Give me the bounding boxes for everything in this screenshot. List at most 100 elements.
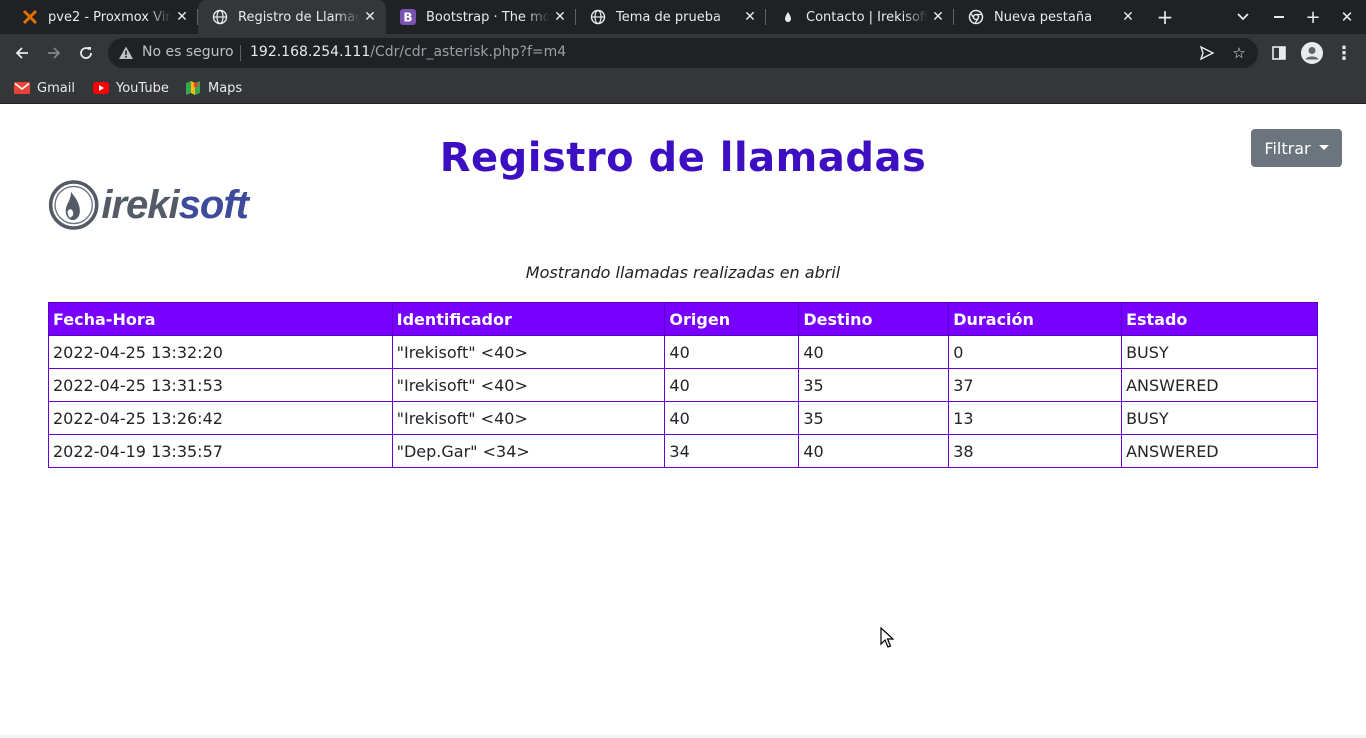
cell-destino: 40 <box>798 335 950 369</box>
address-divider <box>240 45 241 61</box>
globe-icon <box>212 9 228 25</box>
cell-origen: 40 <box>664 335 800 369</box>
caret-down-icon <box>1318 144 1329 150</box>
bookmark-label: Gmail <box>37 80 75 96</box>
tab-bootstrap[interactable]: B Bootstrap · The most popular HTML ✕ <box>386 0 576 34</box>
youtube-icon <box>93 80 109 96</box>
logo-text-soft: soft <box>178 182 249 227</box>
cell-fecha-hora: 2022-04-25 13:32:20 <box>48 335 393 369</box>
header-estado: Estado <box>1121 302 1318 336</box>
proxmox-icon <box>22 9 38 25</box>
filter-button-label: Filtrar <box>1264 138 1311 158</box>
cell-duracion: 37 <box>948 368 1123 402</box>
cell-duracion: 38 <box>948 434 1123 468</box>
tab-title: Tema de prueba <box>616 9 721 25</box>
side-panel-icon[interactable] <box>1263 37 1295 69</box>
url-path: /Cdr/cdr_asterisk.php?f=m4 <box>370 44 567 60</box>
header-origen: Origen <box>664 302 800 336</box>
close-tab-icon[interactable]: ✕ <box>740 7 760 27</box>
cell-destino: 35 <box>798 401 950 435</box>
security-status[interactable]: No es seguro <box>142 44 234 60</box>
cell-identificador: "Irekisoft" <40> <box>391 401 666 435</box>
cell-origen: 40 <box>664 401 800 435</box>
cell-estado: BUSY <box>1121 401 1318 435</box>
table-row: 2022-04-25 13:26:42 "Irekisoft" <40> 40 … <box>48 401 1318 435</box>
mouse-cursor-icon <box>880 626 895 653</box>
cell-origen: 34 <box>664 434 800 468</box>
bookmark-star-icon[interactable]: ☆ <box>1230 44 1248 62</box>
chrome-icon <box>968 9 984 25</box>
cell-identificador: "Irekisoft" <40> <box>391 335 666 369</box>
bookmark-label: YouTube <box>116 80 169 96</box>
cell-destino: 40 <box>798 434 950 468</box>
minimize-window-icon[interactable] <box>1262 0 1296 34</box>
new-tab-button[interactable]: + <box>1148 0 1182 34</box>
tab-title: pve2 - Proxmox Virtual Environment <box>48 9 172 25</box>
header-duracion: Duración <box>948 302 1123 336</box>
bookmarks-bar: Gmail YouTube Maps <box>0 72 1366 104</box>
cell-identificador: "Dep.Gar" <34> <box>391 434 666 468</box>
header-fecha-hora: Fecha-Hora <box>48 302 393 336</box>
tab-proxmox[interactable]: pve2 - Proxmox Virtual Environment ✕ <box>8 0 198 34</box>
close-tab-icon[interactable]: ✕ <box>1118 7 1138 27</box>
bootstrap-icon: B <box>400 9 416 25</box>
tab-contacto[interactable]: Contacto | Irekisoft ✕ <box>766 0 954 34</box>
table-row: 2022-04-25 13:32:20 "Irekisoft" <40> 40 … <box>48 335 1318 369</box>
maximize-window-icon[interactable]: + <box>1296 0 1330 34</box>
logo-emblem-icon <box>48 180 99 230</box>
filter-dropdown-button[interactable]: Filtrar <box>1251 129 1342 167</box>
drupal-icon <box>780 9 796 25</box>
bookmark-gmail[interactable]: Gmail <box>14 78 75 98</box>
tab-search-icon[interactable] <box>1226 0 1260 34</box>
cell-estado: ANSWERED <box>1121 368 1318 402</box>
cell-fecha-hora: 2022-04-19 13:35:57 <box>48 434 393 468</box>
page-content: Registro de llamadas ireki soft Filtrar M… <box>0 105 1366 738</box>
menu-kebab-icon[interactable]: ⋮ <box>1328 37 1360 69</box>
cell-destino: 35 <box>798 368 950 402</box>
reload-icon[interactable] <box>70 37 102 69</box>
cell-duracion: 0 <box>948 335 1123 369</box>
cell-duracion: 13 <box>948 401 1123 435</box>
close-window-icon[interactable]: ✕ <box>1330 0 1364 34</box>
table-header-row: Fecha-Hora Identificador Origen Destino … <box>48 302 1318 336</box>
header-destino: Destino <box>798 302 950 336</box>
close-tab-icon[interactable]: ✕ <box>928 7 948 27</box>
svg-text:B: B <box>403 11 412 25</box>
cell-estado: ANSWERED <box>1121 434 1318 468</box>
browser-toolbar: No es seguro 192.168.254.111/Cdr/cdr_ast… <box>0 34 1366 72</box>
gmail-icon <box>14 80 30 96</box>
irekisoft-logo: ireki soft <box>48 175 249 235</box>
table-row: 2022-04-25 13:31:53 "Irekisoft" <40> 40 … <box>48 368 1318 402</box>
tab-title: Registro de Llamadas <box>238 9 360 25</box>
address-bar[interactable]: No es seguro 192.168.254.111/Cdr/cdr_ast… <box>108 38 1258 68</box>
subtitle: Mostrando llamadas realizadas en abril <box>525 263 841 282</box>
tab-title: Nueva pestaña <box>994 9 1093 25</box>
cell-origen: 40 <box>664 368 800 402</box>
back-icon[interactable] <box>6 37 38 69</box>
tab-strip: pve2 - Proxmox Virtual Environment ✕ Reg… <box>0 0 1366 34</box>
bookmark-label: Maps <box>208 80 243 96</box>
header-identificador: Identificador <box>391 302 666 336</box>
close-tab-icon[interactable]: ✕ <box>172 7 192 27</box>
table-row: 2022-04-19 13:35:57 "Dep.Gar" <34> 34 40… <box>48 434 1318 468</box>
globe-icon <box>590 9 606 25</box>
cell-identificador: "Irekisoft" <40> <box>391 368 666 402</box>
logo-text-ireki: ireki <box>101 182 179 227</box>
bookmark-maps[interactable]: Maps <box>185 78 242 98</box>
call-records-table: Fecha-Hora Identificador Origen Destino … <box>48 302 1318 468</box>
warning-icon[interactable] <box>118 45 134 65</box>
tab-nueva[interactable]: Nueva pestaña ✕ <box>954 0 1144 34</box>
cell-fecha-hora: 2022-04-25 13:26:42 <box>48 401 393 435</box>
tab-tema[interactable]: Tema de prueba ✕ <box>576 0 766 34</box>
tab-title: Contacto | Irekisoft <box>806 9 928 25</box>
tab-title: Bootstrap · The most popular HTML <box>426 9 550 25</box>
send-icon[interactable] <box>1198 44 1216 62</box>
profile-avatar-icon[interactable] <box>1296 37 1328 69</box>
cell-estado: BUSY <box>1121 335 1318 369</box>
tab-registro[interactable]: Registro de Llamadas ✕ <box>198 0 386 34</box>
close-tab-icon[interactable]: ✕ <box>550 7 570 27</box>
close-tab-icon[interactable]: ✕ <box>360 7 380 27</box>
url-text[interactable]: 192.168.254.111/Cdr/cdr_asterisk.php?f=m… <box>250 44 566 60</box>
forward-icon[interactable] <box>38 37 70 69</box>
bookmark-youtube[interactable]: YouTube <box>93 78 169 98</box>
